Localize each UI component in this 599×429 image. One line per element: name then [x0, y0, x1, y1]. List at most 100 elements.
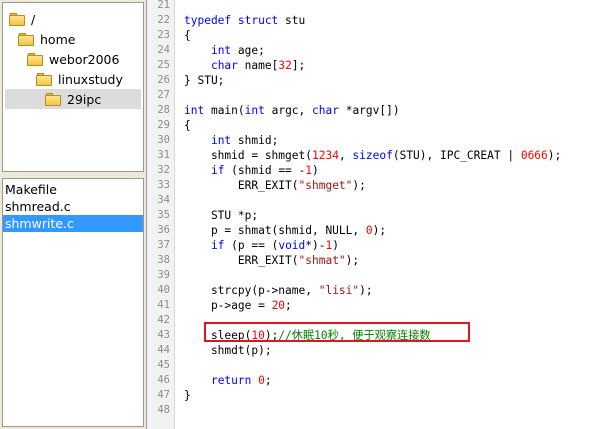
code-line: p->age = 20; — [184, 298, 292, 313]
code-line: p = shmat(shmid, NULL, 0); — [184, 223, 386, 238]
folder-icon — [9, 12, 25, 26]
code-line: strcpy(p->name, "lisi"); — [184, 283, 373, 298]
code-token: int — [244, 104, 265, 117]
code-area[interactable]: typedef struct stu{ int age; char name[3… — [184, 0, 599, 429]
code-line: typedef struct stu — [184, 13, 305, 28]
code-token: int — [210, 134, 232, 147]
file-list: Makefile shmread.c shmwrite.c — [2, 178, 144, 427]
code-line: shmid = shmget(1234, sizeof(STU), IPC_CR… — [184, 148, 561, 163]
highlight-annotation-box — [204, 322, 470, 342]
code-token: name[ — [237, 59, 279, 72]
line-number: 30 — [157, 134, 170, 146]
line-number: 25 — [157, 59, 170, 71]
code-token: shmdt(p); — [184, 344, 272, 357]
line-number: 35 — [157, 209, 170, 221]
code-token: sizeof — [352, 149, 393, 162]
code-token: int — [184, 104, 205, 117]
code-line: ERR_EXIT("shmat"); — [184, 253, 359, 268]
code-token: ]; — [291, 59, 306, 72]
line-number: 38 — [157, 254, 170, 266]
code-line: STU *p; — [184, 208, 258, 223]
code-line: char name[32]; — [184, 58, 305, 73]
code-line: } STU; — [184, 73, 224, 88]
line-number: 22 — [157, 14, 170, 26]
line-number: 27 — [157, 89, 170, 101]
code-token: ERR_EXIT( — [184, 254, 299, 267]
line-number: 39 — [157, 269, 170, 281]
code-token: "lisi" — [318, 284, 360, 297]
code-token: (STU), IPC_CREAT | — [392, 149, 521, 162]
code-token: strcpy(p->name, — [184, 284, 319, 297]
folder-tree-item[interactable]: home — [3, 29, 75, 49]
line-number: 40 — [157, 284, 170, 296]
code-line: if (shmid == -1) — [184, 163, 319, 178]
code-token: ) — [312, 164, 319, 177]
file-list-item[interactable]: shmread.c — [3, 198, 143, 215]
folder-icon — [36, 72, 52, 86]
file-list-item[interactable]: shmwrite.c — [3, 215, 143, 232]
line-number: 44 — [157, 344, 170, 356]
code-token: ; — [285, 299, 292, 312]
code-token: age; — [231, 44, 265, 57]
folder-icon — [18, 32, 34, 46]
code-token: char — [312, 104, 339, 117]
code-token: ); — [372, 224, 387, 237]
file-list-item[interactable]: Makefile — [3, 181, 143, 198]
code-token: main( — [204, 104, 245, 117]
code-line: int age; — [184, 43, 265, 58]
code-line: { — [184, 118, 191, 133]
folder-tree-item[interactable]: 29ipc — [5, 89, 141, 109]
code-token: { — [184, 29, 191, 42]
code-token: 20 — [271, 299, 286, 312]
line-number: 31 — [157, 149, 170, 161]
code-token: ); — [359, 284, 373, 297]
line-number: 45 — [157, 359, 170, 371]
code-token: 0 — [258, 374, 265, 387]
code-token: typedef struct — [184, 14, 279, 27]
code-token: ); — [547, 149, 562, 162]
line-number: 24 — [157, 44, 170, 56]
code-token: if — [210, 164, 225, 177]
line-number: 48 — [157, 404, 170, 416]
line-number: 43 — [157, 329, 170, 341]
code-token: STU *p; — [184, 209, 259, 222]
line-number: 32 — [157, 164, 170, 176]
folder-tree-label: webor2006 — [49, 51, 120, 67]
folder-tree-label: / — [31, 11, 36, 27]
folder-tree-item[interactable]: linuxstudy — [3, 69, 123, 89]
folder-icon — [27, 52, 43, 66]
folder-icon — [45, 92, 61, 106]
code-token: ) — [332, 239, 339, 252]
line-number: 28 — [157, 104, 170, 116]
code-token: *argv[]) — [338, 104, 400, 117]
code-token: } — [184, 389, 191, 402]
folder-tree-label: home — [40, 31, 76, 47]
folder-tree-item[interactable]: / — [3, 9, 35, 29]
code-line: return 0; — [184, 373, 272, 388]
line-number: 26 — [157, 74, 170, 86]
code-line: int main(int argc, char *argv[]) — [184, 103, 400, 118]
code-token: ); — [352, 179, 366, 192]
code-token: ); — [345, 254, 360, 267]
code-token: shmid = shmget( — [184, 149, 312, 162]
folder-tree-item[interactable]: webor2006 — [3, 49, 119, 69]
code-token: if — [210, 239, 225, 252]
code-token: return — [210, 374, 252, 387]
line-number: 29 — [157, 119, 170, 131]
line-number: 33 — [157, 179, 170, 191]
folder-tree: / home webor2006 linuxstudy 29ipc — [2, 2, 144, 172]
code-token: (p == ( — [224, 239, 279, 252]
code-token: 0666 — [520, 149, 548, 162]
code-editor[interactable]: 21 22 23 24 25 26 27 28 29 30 31 32 33 34 35 36 37 38 39 40… — [146, 0, 599, 429]
code-line: { — [184, 28, 191, 43]
folder-tree-label: linuxstudy — [58, 71, 123, 87]
line-number: 42 — [157, 314, 170, 326]
code-token: ERR_EXIT( — [184, 179, 299, 192]
code-line: ERR_EXIT("shmget"); — [184, 178, 366, 193]
code-token: 1 — [305, 164, 313, 177]
